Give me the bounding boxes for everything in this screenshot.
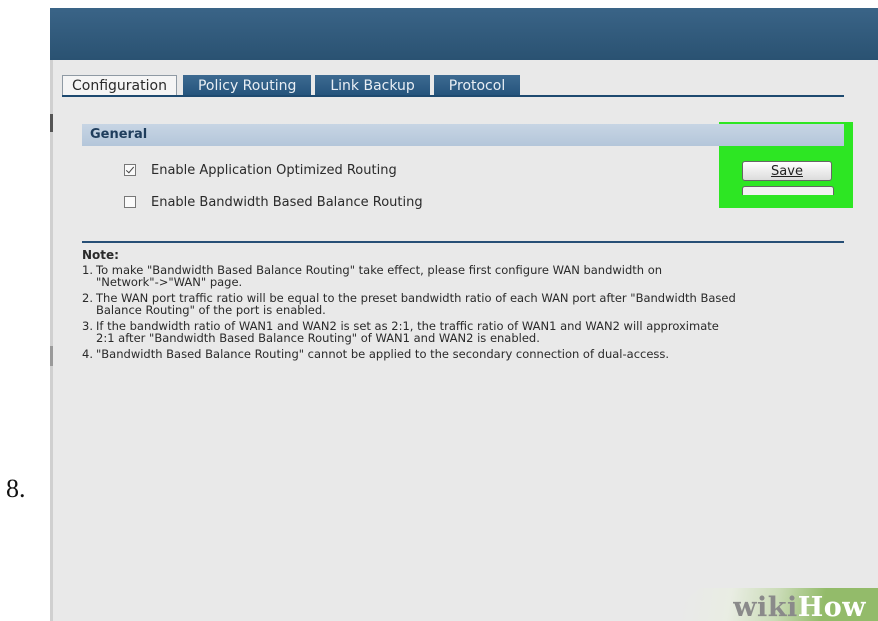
note-item-text: The WAN port traffic ratio will be equal… xyxy=(96,290,736,317)
tab-configuration[interactable]: Configuration xyxy=(62,75,177,97)
option-label: Enable Bandwidth Based Balance Routing xyxy=(151,194,423,210)
wikihow-watermark: wikiHow xyxy=(650,588,878,621)
note-item: 1. To make "Bandwidth Based Balance Rout… xyxy=(82,262,862,289)
option-application-optimized-routing[interactable]: Enable Application Optimized Routing xyxy=(124,160,397,180)
note-item-text: If the bandwidth ratio of WAN1 and WAN2 … xyxy=(96,318,719,345)
tab-policy-routing[interactable]: Policy Routing xyxy=(182,75,312,97)
tab-link-backup[interactable]: Link Backup xyxy=(315,75,430,97)
option-bandwidth-based-balance-routing[interactable]: Enable Bandwidth Based Balance Routing xyxy=(124,192,423,212)
step-number: 8. xyxy=(6,474,26,503)
general-panel: General Enable Application Optimized Rou… xyxy=(82,124,844,234)
note-item: 2. The WAN port traffic ratio will be eq… xyxy=(82,290,862,317)
router-admin-screenshot: Configuration Policy Routing Link Backup… xyxy=(50,8,878,621)
note-item: 3. If the bandwidth ratio of WAN1 and WA… xyxy=(82,318,862,345)
tab-underline xyxy=(62,95,844,97)
note-title: Note: xyxy=(82,248,119,262)
note-divider xyxy=(82,241,844,243)
note-section: Note: 1. To make "Bandwidth Based Balanc… xyxy=(82,249,862,363)
note-item-number: 2. xyxy=(82,290,93,305)
bandwidth-based-balance-routing-checkbox[interactable] xyxy=(124,196,136,208)
save-button[interactable]: Save xyxy=(742,161,832,181)
note-item-number: 1. xyxy=(82,262,93,277)
top-banner xyxy=(50,8,878,60)
watermark-wiki: wiki xyxy=(733,592,798,621)
note-item-text: "Bandwidth Based Balance Routing" cannot… xyxy=(96,346,670,361)
section-header-general: General xyxy=(82,124,844,146)
note-item-number: 3. xyxy=(82,318,93,333)
note-item-number: 4. xyxy=(82,346,93,361)
left-edge-marker xyxy=(50,114,53,132)
watermark-logo: wikiHow xyxy=(733,592,866,621)
note-item: 4. "Bandwidth Based Balance Routing" can… xyxy=(82,346,862,361)
tab-protocol[interactable]: Protocol xyxy=(433,75,521,97)
application-optimized-routing-checkbox[interactable] xyxy=(124,164,136,176)
option-label: Enable Application Optimized Routing xyxy=(151,162,397,178)
left-edge-marker xyxy=(50,346,53,366)
tab-bar: Configuration Policy Routing Link Backup… xyxy=(62,75,524,97)
secondary-button[interactable] xyxy=(742,186,834,195)
left-edge xyxy=(50,60,53,621)
note-item-text: To make "Bandwidth Based Balance Routing… xyxy=(96,262,663,289)
watermark-how: How xyxy=(797,592,866,621)
